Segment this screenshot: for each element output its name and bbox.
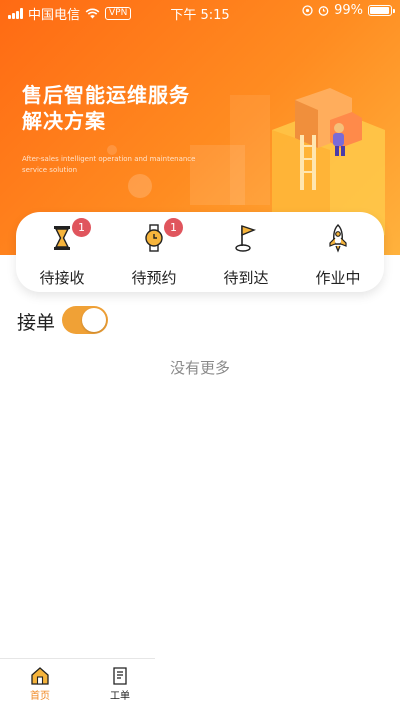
- category-label: 待到达: [223, 269, 269, 287]
- flag-icon: [235, 225, 256, 252]
- badge-pending-receive: 1: [72, 218, 91, 237]
- category-pending-receive[interactable]: 1 待接收: [16, 212, 108, 292]
- document-icon: [113, 667, 127, 685]
- battery-percent: 99%: [334, 3, 363, 18]
- hero-title-line2: 解决方案: [22, 109, 106, 133]
- tab-work-orders[interactable]: 工单: [90, 666, 150, 702]
- toggle-knob: [82, 308, 106, 332]
- category-in-progress[interactable]: 作业中: [292, 212, 384, 292]
- hero-title-line1: 售后智能运维服务: [22, 83, 190, 107]
- accept-orders-label: 接单: [17, 312, 56, 334]
- tab-home[interactable]: 首页: [10, 666, 70, 702]
- alarm-icon: [318, 6, 329, 16]
- tab-label: 工单: [110, 691, 130, 702]
- accept-orders-toggle[interactable]: [62, 306, 108, 334]
- category-pending-appointment[interactable]: 1 待预约: [108, 212, 200, 292]
- no-more-text: 没有更多: [169, 359, 230, 377]
- category-label: 作业中: [315, 269, 361, 287]
- category-pending-arrival[interactable]: 待到达: [200, 212, 292, 292]
- rocket-icon: [329, 224, 347, 253]
- order-status-card: 1 待接收 1 待预约 待到达 作业中: [16, 212, 384, 292]
- hero-subtitle: After-sales intelligent operation and ma…: [22, 155, 196, 174]
- badge-pending-appointment: 1: [164, 218, 183, 237]
- battery-icon: [368, 5, 395, 16]
- category-label: 待接收: [39, 269, 85, 287]
- tab-bar-divider: [0, 658, 155, 659]
- home-icon: [31, 667, 49, 685]
- location-icon: [302, 5, 313, 16]
- status-bar: 中国电信 VPN 下午 5:15 99%: [0, 0, 400, 24]
- bottom-tab-bar: 首页 工单: [0, 658, 400, 711]
- category-label: 待预约: [131, 269, 177, 287]
- hero-title: 售后智能运维服务 解决方案: [22, 82, 190, 134]
- tab-label: 首页: [30, 691, 50, 702]
